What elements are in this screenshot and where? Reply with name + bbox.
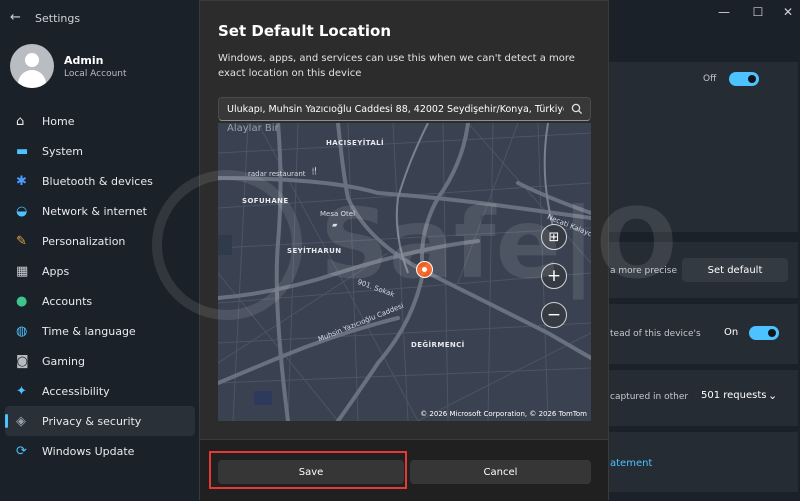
sidebar-item-label: Personalization	[42, 234, 126, 248]
avatar-head	[25, 53, 39, 67]
location-map[interactable]: Alaylar Bir HACISEYİTALİ radar restauran…	[218, 123, 591, 421]
wifi-icon: ◒	[16, 203, 28, 219]
map-label-hacıseyitali: HACISEYİTALİ	[326, 139, 385, 147]
location-search-input[interactable]	[218, 97, 591, 121]
override-desc: tead of this device's	[610, 329, 701, 339]
dialog-description: Windows, apps, and services can use this…	[218, 53, 575, 79]
globe-icon: ◍	[16, 323, 28, 339]
default-location-desc: a more precise	[610, 266, 677, 276]
accessibility-icon: ✦	[16, 383, 27, 399]
requests-desc: captured in other	[610, 392, 689, 402]
sidebar-item-label: Gaming	[42, 354, 85, 368]
hotel-icon: ▰	[332, 221, 338, 229]
sidebar-item-accounts[interactable]: ● Accounts	[0, 286, 200, 316]
avatar-body	[18, 70, 46, 88]
map-label-sofuhane: SOFUHANE	[242, 197, 289, 205]
set-default-button[interactable]: Set default	[682, 258, 788, 282]
override-state: On	[724, 327, 739, 338]
sidebar-item-label: Time & language	[42, 324, 136, 338]
sidebar-item-label: Windows Update	[42, 444, 135, 458]
app-title: Settings	[35, 12, 81, 25]
dialog-title: Set Default Location	[218, 22, 392, 40]
sidebar-item-network[interactable]: ◒ Network & internet	[0, 196, 200, 226]
brush-icon: ✎	[16, 233, 27, 249]
update-icon: ⟳	[16, 443, 27, 459]
map-label-radar-restaurant: radar restaurant	[248, 170, 306, 178]
sidebar-item-label: System	[42, 144, 84, 158]
sidebar-item-label: Apps	[42, 264, 70, 278]
zoom-out-button[interactable]: −	[541, 302, 567, 328]
sidebar-item-label: Bluetooth & devices	[42, 174, 153, 188]
close-button[interactable]: ✕	[778, 5, 798, 19]
map-label-seyitharun: SEYİTHARUN	[287, 247, 342, 255]
map-label-degirmenci: DEĞİRMENCİ	[411, 341, 465, 349]
zoom-in-button[interactable]: +	[541, 263, 567, 289]
location-toggle[interactable]	[729, 72, 759, 86]
gamepad-icon: ◙	[16, 353, 29, 369]
map-attribution: © 2026 Microsoft Corporation, © 2026 Tom…	[420, 410, 587, 418]
minimize-button[interactable]: —	[714, 5, 734, 19]
save-highlight-box	[209, 451, 407, 489]
sidebar-item-apps[interactable]: ▦ Apps	[0, 256, 200, 286]
sidebar-item-system[interactable]: ▬ System	[0, 136, 200, 166]
override-toggle[interactable]	[749, 326, 779, 340]
restaurant-icon: 🍴	[310, 167, 319, 175]
map-label-alaylar: Alaylar Bir	[227, 123, 279, 134]
sidebar-item-label: Privacy & security	[42, 414, 142, 428]
sidebar-item-privacy-security[interactable]: ◈ Privacy & security	[5, 406, 195, 436]
sidebar-item-personalization[interactable]: ✎ Personalization	[0, 226, 200, 256]
sidebar-item-label: Home	[42, 114, 75, 128]
location-toggle-state: Off	[703, 74, 717, 84]
chevron-down-icon[interactable]: ⌄	[768, 389, 777, 402]
user-name: Admin	[64, 54, 104, 67]
location-services-card	[598, 62, 798, 232]
privacy-statement-link[interactable]: atement	[610, 458, 652, 469]
maximize-button[interactable]: ☐	[748, 5, 768, 19]
sidebar-item-accessibility[interactable]: ✦ Accessibility	[0, 376, 200, 406]
home-icon: ⌂	[16, 113, 25, 129]
person-icon: ●	[16, 293, 28, 309]
account-type: Local Account	[64, 69, 127, 79]
map-canvas	[218, 123, 591, 421]
shield-icon: ◈	[16, 413, 26, 429]
sidebar-nav: ⌂ Home ▬ System ✱ Bluetooth & devices ◒ Netw…	[0, 106, 200, 466]
apps-icon: ▦	[16, 263, 29, 279]
map-layers-button[interactable]: ⊞	[541, 224, 567, 250]
sidebar-item-home[interactable]: ⌂ Home	[0, 106, 200, 136]
bluetooth-icon: ✱	[16, 173, 27, 189]
map-label-mesa-otel: Mesa Otel	[320, 210, 356, 218]
sidebar-item-label: Accessibility	[42, 384, 110, 398]
requests-count: 501 requests	[701, 390, 767, 401]
sidebar-item-gaming[interactable]: ◙ Gaming	[0, 346, 200, 376]
sidebar-item-time-language[interactable]: ◍ Time & language	[0, 316, 200, 346]
set-default-location-dialog: Set Default Location Windows, apps, and …	[199, 0, 609, 501]
avatar	[10, 44, 54, 88]
sidebar-item-bluetooth[interactable]: ✱ Bluetooth & devices	[0, 166, 200, 196]
search-icon[interactable]	[569, 101, 585, 117]
back-arrow-icon[interactable]: ←	[10, 10, 21, 25]
location-pin-icon[interactable]	[417, 262, 432, 277]
cancel-button[interactable]: Cancel	[410, 460, 591, 484]
monitor-icon: ▬	[16, 143, 29, 159]
sidebar-item-windows-update[interactable]: ⟳ Windows Update	[0, 436, 200, 466]
sidebar-item-label: Accounts	[42, 294, 93, 308]
sidebar-item-label: Network & internet	[42, 204, 147, 218]
